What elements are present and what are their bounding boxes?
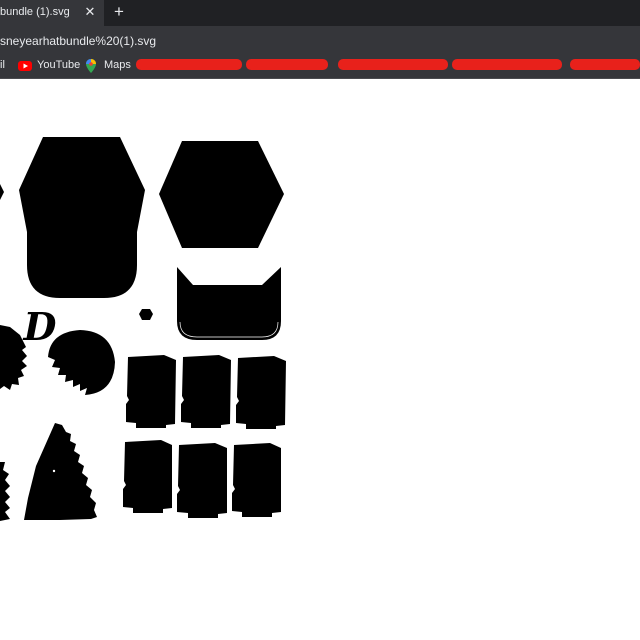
small-hexagon-shape bbox=[139, 309, 153, 320]
serrated-triangle-shape bbox=[24, 423, 97, 520]
address-bar[interactable]: sneyearhatbundle%20(1).svg bbox=[0, 26, 640, 54]
guide-dot bbox=[52, 469, 56, 473]
bookmark-mail[interactable]: il bbox=[0, 59, 5, 71]
redacted-bookmark bbox=[452, 59, 562, 70]
side-panel-shape bbox=[126, 355, 176, 428]
svg-artwork: D bbox=[0, 137, 286, 521]
side-panel-shape bbox=[236, 356, 286, 429]
redacted-bookmark bbox=[570, 59, 640, 70]
new-tab-button[interactable]: + bbox=[110, 3, 128, 21]
hat-panel-shape bbox=[19, 137, 145, 298]
youtube-icon bbox=[18, 61, 32, 71]
close-tab-icon[interactable]: ✕ bbox=[84, 5, 96, 19]
url-text[interactable]: sneyearhatbundle%20(1).svg bbox=[0, 34, 156, 48]
tab-strip: bundle (1).svg ✕ + bbox=[0, 0, 640, 26]
tab-title: bundle (1).svg bbox=[0, 6, 70, 18]
side-panel-shape bbox=[123, 440, 172, 513]
maps-icon bbox=[86, 59, 96, 73]
serrated-panel-shape bbox=[0, 462, 10, 521]
redacted-bookmark bbox=[338, 59, 448, 70]
side-panel-shape bbox=[177, 443, 227, 518]
hexagon-shape bbox=[159, 141, 284, 248]
side-panel-shape bbox=[232, 443, 281, 517]
bookmark-youtube[interactable]: YouTube bbox=[37, 59, 80, 71]
side-panel-shape bbox=[181, 355, 231, 428]
serrated-circle-shape bbox=[48, 330, 115, 395]
brim-shape bbox=[177, 267, 281, 340]
partial-shape bbox=[0, 184, 4, 200]
bookmark-maps[interactable]: Maps bbox=[104, 59, 131, 71]
active-tab[interactable]: bundle (1).svg ✕ bbox=[0, 0, 104, 26]
redacted-bookmark bbox=[136, 59, 242, 70]
letter-d: D bbox=[23, 304, 57, 349]
redacted-bookmark bbox=[246, 59, 328, 70]
